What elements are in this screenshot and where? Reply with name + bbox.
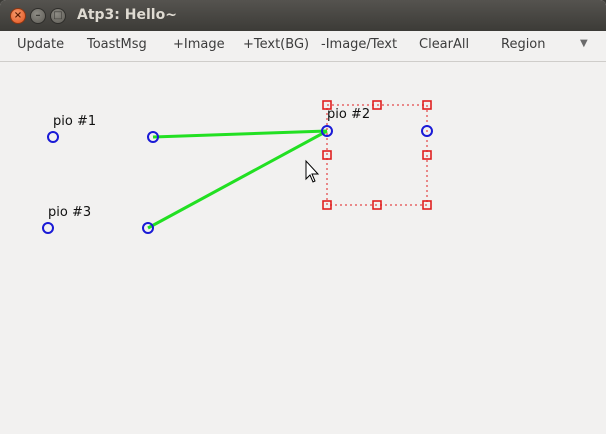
app-window: × – □ Atp3: Hello~ Update ToastMsg +Imag… [0, 0, 606, 434]
pio-3-label: pio #3 [48, 205, 91, 220]
pio-2-label: pio #2 [327, 107, 370, 122]
maximize-icon[interactable]: □ [50, 8, 66, 24]
drawing-canvas[interactable]: pio #1 pio #2 pio #3 [1, 62, 605, 432]
update-button[interactable]: Update [17, 37, 64, 52]
toastmsg-button[interactable]: ToastMsg [87, 37, 147, 52]
add-text-bg-button[interactable]: +Text(BG) [243, 37, 309, 52]
minimize-icon[interactable]: – [30, 8, 46, 24]
chevron-down-icon[interactable]: ▼ [580, 38, 588, 49]
remove-image-text-button[interactable]: -Image/Text [321, 37, 397, 52]
window-title: Atp3: Hello~ [77, 7, 177, 23]
mouse-cursor-icon [305, 159, 320, 183]
link-line-1 [152, 129, 328, 139]
link-line-3 [147, 129, 328, 230]
add-image-button[interactable]: +Image [173, 37, 225, 52]
pio-1-point[interactable] [47, 131, 59, 143]
canvas-svg[interactable]: pio #1 pio #2 pio #3 [1, 62, 605, 432]
region-button[interactable]: Region [501, 37, 546, 52]
pio-3-point[interactable] [42, 222, 54, 234]
title-bar: × – □ Atp3: Hello~ [0, 0, 606, 31]
pio-1-label: pio #1 [53, 114, 96, 129]
menu-bar: Update ToastMsg +Image +Text(BG) -Image/… [0, 31, 606, 62]
clear-all-button[interactable]: ClearAll [419, 37, 469, 52]
close-icon[interactable]: × [10, 8, 26, 24]
